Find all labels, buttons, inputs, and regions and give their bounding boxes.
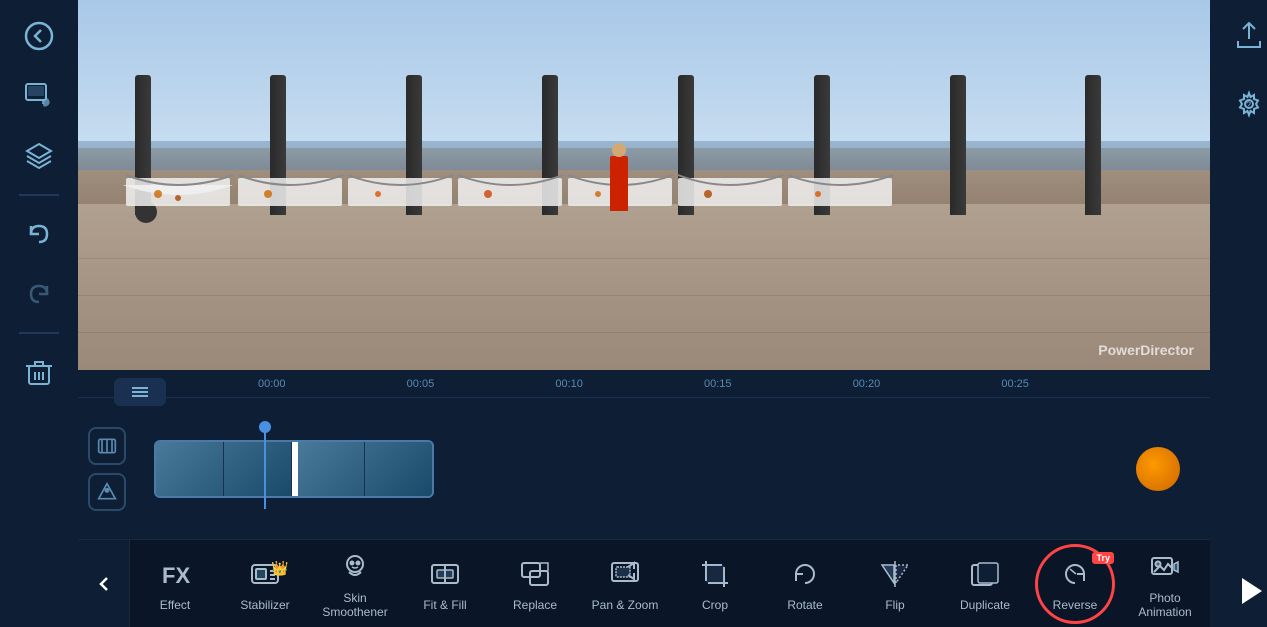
delete-button[interactable] <box>13 346 65 398</box>
toolbar-item-skin-smoothener[interactable]: SkinSmoothener <box>310 541 400 627</box>
ruler-mark-2: 00:10 <box>555 378 704 390</box>
track-icons <box>88 427 126 511</box>
playhead-handle <box>259 421 271 433</box>
photo-animation-label: PhotoAnimation <box>1138 591 1191 619</box>
toolbar-item-crop[interactable]: Crop <box>670 548 760 620</box>
export-button[interactable] <box>1223 10 1267 62</box>
skin-smoothener-label: SkinSmoothener <box>322 591 387 619</box>
media-music-button[interactable] <box>13 70 65 122</box>
track-video-icon[interactable] <box>88 427 126 465</box>
rotate-icon <box>787 556 823 592</box>
playhead[interactable] <box>264 429 266 509</box>
ruler-mark-5: 00:25 <box>1001 378 1150 390</box>
flip-icon <box>877 556 913 592</box>
try-badge: Try <box>1092 552 1114 564</box>
crown-badge: 👑 <box>271 560 288 577</box>
ruler-mark-1: 00:05 <box>407 378 556 390</box>
back-button[interactable] <box>13 10 65 62</box>
skin-smoothener-icon <box>337 549 373 585</box>
undo-button[interactable] <box>13 208 65 260</box>
toolbar-item-duplicate[interactable]: Duplicate <box>940 548 1030 620</box>
fx-icon: FX <box>157 556 193 592</box>
bottom-toolbar: FX Effect 👑 <box>78 539 1210 627</box>
toolbar-item-fx[interactable]: FX Effect <box>130 548 220 620</box>
duplicate-icon <box>967 556 1003 592</box>
layers-button[interactable] <box>13 130 65 182</box>
fit-fill-label: Fit & Fill <box>423 598 466 612</box>
svg-text:?: ? <box>1246 100 1251 110</box>
main-area: PowerDirector 00:00 00:05 00:10 00:15 00… <box>78 0 1210 627</box>
video-clip[interactable] <box>154 440 434 498</box>
timeline-tracks <box>78 398 1210 539</box>
clip-thumb-3 <box>298 442 366 496</box>
replace-label: Replace <box>513 598 557 612</box>
clip-thumb-1 <box>156 442 224 496</box>
timeline-ruler: 00:00 00:05 00:10 00:15 00:20 00:25 <box>78 370 1210 398</box>
toolbar-item-pan-zoom[interactable]: Pan & Zoom <box>580 548 670 620</box>
replace-icon <box>517 556 553 592</box>
scene-background <box>78 0 1210 370</box>
toolbar-items: FX Effect 👑 <box>130 541 1210 627</box>
toolbar-item-fit-fill[interactable]: Fit & Fill <box>400 548 490 620</box>
play-button[interactable] <box>1223 565 1267 617</box>
watermark: PowerDirector <box>1098 342 1194 358</box>
clip-thumb-2 <box>224 442 292 496</box>
crop-label: Crop <box>702 598 728 612</box>
toolbar-item-flip[interactable]: Flip <box>850 548 940 620</box>
toolbar-item-rotate[interactable]: Rotate <box>760 548 850 620</box>
ruler-mark-4: 00:20 <box>853 378 1002 390</box>
record-dot <box>1136 447 1180 491</box>
right-sidebar: ? <box>1210 0 1267 627</box>
toolbar-scroll-left[interactable] <box>78 540 130 627</box>
toolbar-item-replace[interactable]: Replace <box>490 548 580 620</box>
right-sidebar-top: ? <box>1223 10 1267 130</box>
pan-zoom-label: Pan & Zoom <box>592 598 659 612</box>
stabilizer-label: Stabilizer <box>240 598 289 612</box>
reverse-icon <box>1057 556 1093 592</box>
toolbar-item-stabilizer[interactable]: 👑 Stabilizer <box>220 548 310 620</box>
toolbar-item-photo-animation[interactable]: PhotoAnimation <box>1120 541 1210 627</box>
ruler-mark-3: 00:15 <box>704 378 853 390</box>
video-preview: PowerDirector <box>78 0 1210 370</box>
collapse-handle[interactable] <box>114 378 166 406</box>
left-sidebar <box>0 0 78 627</box>
toolbar-item-reverse[interactable]: Try Reverse <box>1030 548 1120 620</box>
ruler-marks: 00:00 00:05 00:10 00:15 00:20 00:25 <box>258 378 1150 390</box>
rotate-label: Rotate <box>787 598 822 612</box>
photo-animation-icon <box>1147 549 1183 585</box>
fit-fill-icon <box>427 556 463 592</box>
sidebar-divider-1 <box>19 194 59 196</box>
crop-icon <box>697 556 733 592</box>
redo-button[interactable] <box>13 268 65 320</box>
stabilizer-icon-wrap: 👑 <box>247 556 283 592</box>
svg-text:FX: FX <box>162 563 190 588</box>
timeline-area: 00:00 00:05 00:10 00:15 00:20 00:25 <box>78 370 1210 539</box>
reverse-label: Reverse <box>1053 598 1098 612</box>
flip-label: Flip <box>885 598 904 612</box>
sidebar-divider-2 <box>19 332 59 334</box>
settings-button[interactable]: ? <box>1223 78 1267 130</box>
fx-label: Effect <box>160 598 190 612</box>
ruler-mark-0: 00:00 <box>258 378 407 390</box>
duplicate-label: Duplicate <box>960 598 1010 612</box>
clip-thumb-4 <box>365 442 432 496</box>
pan-zoom-icon <box>607 556 643 592</box>
track-effects-icon[interactable] <box>88 473 126 511</box>
